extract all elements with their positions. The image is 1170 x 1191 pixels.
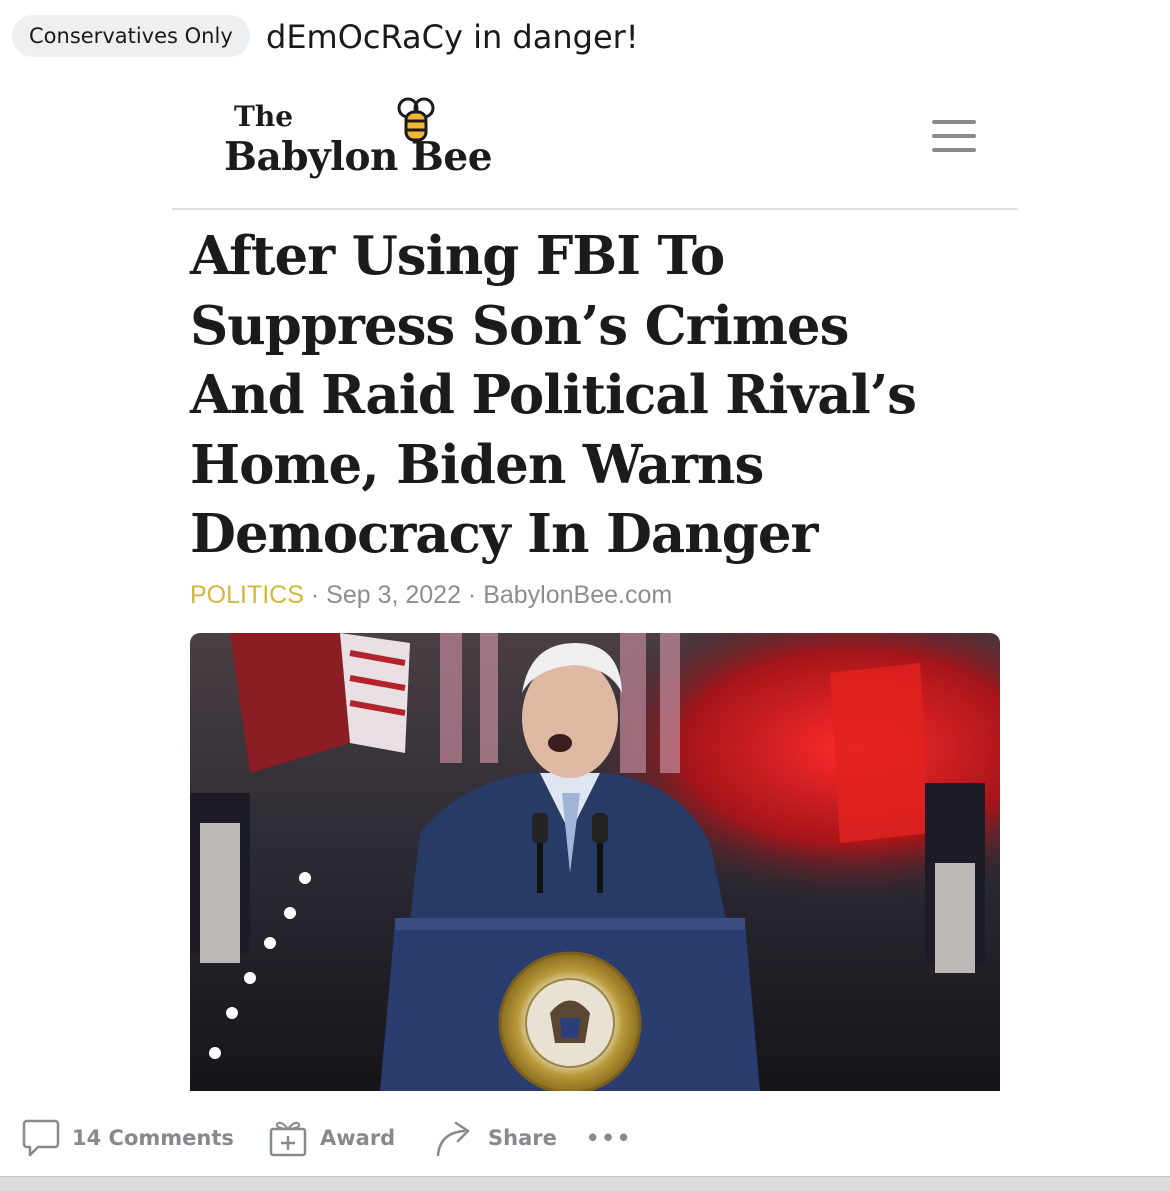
award-label: Award bbox=[320, 1126, 396, 1150]
site-logo: The Babylon Bee bbox=[224, 94, 524, 186]
article-date: Sep 3, 2022 bbox=[326, 581, 461, 609]
article-headline: After Using FBI To Suppress Son’s Crimes… bbox=[190, 222, 990, 570]
logo-the: The bbox=[234, 100, 294, 133]
article-meta: POLITICS · Sep 3, 2022 · BabylonBee.com bbox=[190, 581, 672, 610]
gift-box-icon bbox=[269, 1121, 307, 1157]
logo-name: Babylon Bee bbox=[224, 134, 493, 180]
header-divider bbox=[172, 208, 1018, 210]
headline-line: Democracy In Danger bbox=[190, 503, 818, 565]
more-options-button[interactable]: ••• bbox=[586, 1108, 632, 1168]
headline-line: After Using FBI To bbox=[190, 225, 725, 287]
comment-bubble-icon bbox=[22, 1119, 60, 1157]
headline-line: And Raid Political Rival’s bbox=[190, 364, 917, 426]
category-label: POLITICS bbox=[190, 581, 304, 609]
article-screenshot[interactable]: The Babylon Bee After Using FBI To Suppr… bbox=[172, 76, 1018, 1096]
meta-separator: · bbox=[303, 581, 327, 609]
headline-line: Suppress Son’s Crimes bbox=[190, 294, 849, 357]
comments-label: 14 Comments bbox=[72, 1126, 234, 1150]
speaker-at-podium-image bbox=[190, 633, 1000, 1091]
comments-button[interactable]: 14 Comments bbox=[22, 1108, 234, 1168]
post-title[interactable]: dEmOcRaCy in danger! bbox=[266, 15, 639, 59]
award-button[interactable]: Award bbox=[268, 1108, 395, 1168]
hamburger-menu-icon[interactable] bbox=[932, 120, 976, 154]
article-photo bbox=[190, 633, 1000, 1091]
headline-line: Home, Biden Warns bbox=[190, 433, 764, 496]
share-arrow-icon bbox=[436, 1121, 470, 1157]
share-button[interactable]: Share bbox=[434, 1108, 557, 1168]
meta-separator: · bbox=[460, 581, 484, 609]
article-source: BabylonBee.com bbox=[483, 581, 673, 609]
share-label: Share bbox=[488, 1126, 557, 1150]
post-action-bar: 14 Comments Award Share ••• bbox=[0, 1108, 1170, 1170]
bottom-scrollbar bbox=[0, 1176, 1170, 1191]
post-flair[interactable]: Conservatives Only bbox=[12, 15, 250, 57]
more-options-icon: ••• bbox=[586, 1126, 633, 1150]
